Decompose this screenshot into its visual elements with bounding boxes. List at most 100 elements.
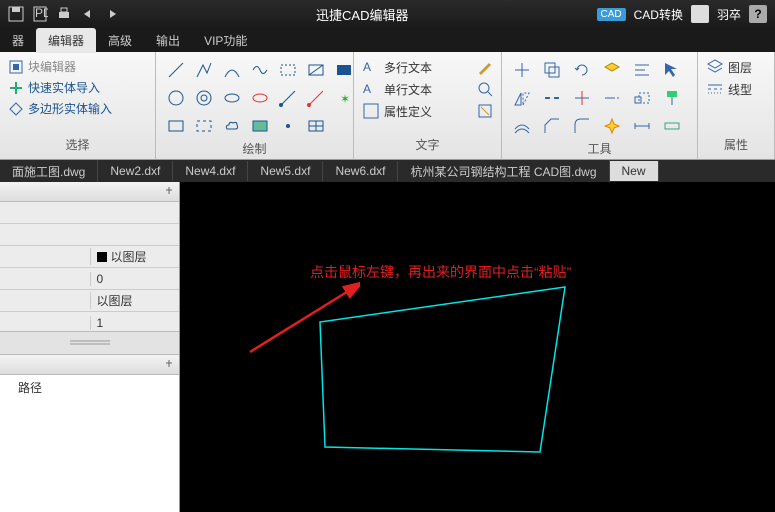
panel-splitter[interactable] xyxy=(0,331,179,355)
select-tool-icon[interactable] xyxy=(660,58,684,82)
redo-icon[interactable] xyxy=(102,4,122,24)
cad-convert-link[interactable]: CAD转换 xyxy=(634,6,683,23)
break-tool-icon[interactable] xyxy=(540,86,564,110)
scale-tool-icon[interactable] xyxy=(630,86,654,110)
linetype-button[interactable]: 线型 xyxy=(706,80,766,98)
select-group-label: 选择 xyxy=(8,134,147,155)
draw-group-label: 绘制 xyxy=(164,138,345,159)
pencil-icon[interactable] xyxy=(477,59,493,75)
user-icon[interactable] xyxy=(691,5,709,23)
panel-header xyxy=(0,182,179,202)
rect-fill-tool-icon[interactable] xyxy=(332,58,356,82)
tab-0[interactable]: 面施工图.dwg xyxy=(0,160,98,182)
dim-tool-icon[interactable] xyxy=(630,114,654,138)
offset-tool-icon[interactable] xyxy=(510,114,534,138)
chamfer-tool-icon[interactable] xyxy=(540,114,564,138)
prop-row[interactable]: 0 xyxy=(0,268,179,290)
paint-tool-icon[interactable] xyxy=(660,86,684,110)
rotate-tool-icon[interactable] xyxy=(570,58,594,82)
prop-value: 以图层 xyxy=(90,292,180,309)
prop-row[interactable]: 1 xyxy=(0,312,179,331)
ray2-tool-icon[interactable] xyxy=(304,86,328,110)
titlebar: PDF 迅捷CAD编辑器 CAD CAD转换 羽卒 ? xyxy=(0,0,775,28)
point-tool-icon[interactable] xyxy=(276,114,300,138)
cloud-tool-icon[interactable] xyxy=(220,114,244,138)
save-icon[interactable] xyxy=(6,4,26,24)
spline-tool-icon[interactable] xyxy=(248,58,272,82)
find-icon[interactable] xyxy=(477,81,493,97)
poly-import-label: 多边形实体输入 xyxy=(28,100,112,117)
menu-editor[interactable]: 编辑器 xyxy=(36,28,96,53)
ellipse2-tool-icon[interactable] xyxy=(248,86,272,110)
menu-output[interactable]: 输出 xyxy=(144,28,192,53)
fillet-tool-icon[interactable] xyxy=(570,114,594,138)
prop-row[interactable]: 以图层 xyxy=(0,246,179,268)
tab-3[interactable]: New5.dxf xyxy=(248,161,323,181)
username: 羽卒 xyxy=(717,6,741,23)
svg-text:A: A xyxy=(363,82,371,96)
tab-2[interactable]: New4.dxf xyxy=(173,161,248,181)
pdf-icon[interactable]: PDF xyxy=(30,4,50,24)
svg-text:PDF: PDF xyxy=(35,6,48,20)
singleline-text-button[interactable]: A 单行文本 xyxy=(362,80,493,98)
poly-import-button[interactable]: 多边形实体输入 xyxy=(8,100,147,117)
star-tool-icon[interactable]: ✶ xyxy=(332,86,356,110)
titlebar-right: CAD CAD转换 羽卒 ? xyxy=(597,5,775,23)
mirror-tool-icon[interactable] xyxy=(510,86,534,110)
extend-tool-icon[interactable] xyxy=(600,86,624,110)
tools-group-label: 工具 xyxy=(510,138,689,159)
layers-label: 图层 xyxy=(728,59,752,76)
explode-tool-icon[interactable] xyxy=(600,114,624,138)
print-icon[interactable] xyxy=(54,4,74,24)
ray-tool-icon[interactable] xyxy=(276,86,300,110)
image-tool-icon[interactable] xyxy=(248,114,272,138)
ring-tool-icon[interactable] xyxy=(192,86,216,110)
table-tool-icon[interactable] xyxy=(304,114,328,138)
line-tool-icon[interactable] xyxy=(164,58,188,82)
arc-tool-icon[interactable] xyxy=(220,58,244,82)
rect-tool-icon[interactable] xyxy=(164,114,188,138)
fast-import-button[interactable]: 快速实体导入 xyxy=(8,79,147,96)
tab-5[interactable]: 杭州某公司钢结构工程 CAD图.dwg xyxy=(398,160,609,182)
menu-viewer[interactable]: 器 xyxy=(0,28,36,53)
text-group-label: 文字 xyxy=(362,134,493,155)
pin-icon[interactable] xyxy=(163,359,175,371)
layer-tool-icon[interactable] xyxy=(600,58,624,82)
stretch-tool-icon[interactable] xyxy=(660,114,684,138)
drawing-canvas[interactable]: 点击鼠标左键，再出来的界面中点击“粘贴” xyxy=(180,182,775,512)
quick-access: PDF xyxy=(0,4,128,24)
undo-icon[interactable] xyxy=(78,4,98,24)
trim-tool-icon[interactable] xyxy=(570,86,594,110)
pin-icon[interactable] xyxy=(163,186,175,198)
edit-icon[interactable] xyxy=(477,103,493,119)
path-label: 路径 xyxy=(0,375,179,512)
align-tool-icon[interactable] xyxy=(630,58,654,82)
attrdef-button[interactable]: 属性定义 xyxy=(362,102,493,120)
polyline-tool-icon[interactable] xyxy=(192,58,216,82)
rect-dash-tool-icon[interactable] xyxy=(276,58,300,82)
tab-4[interactable]: New6.dxf xyxy=(323,161,398,181)
ribbon-group-text: A 多行文本 A 单行文本 属性定义 文字 xyxy=(354,52,502,159)
prop-row[interactable] xyxy=(0,224,179,246)
move-tool-icon[interactable] xyxy=(510,58,534,82)
tab-6[interactable]: New xyxy=(610,161,659,181)
prop-value: 1 xyxy=(90,316,180,330)
rect2-tool-icon[interactable] xyxy=(192,114,216,138)
block-editor-button[interactable]: 块编辑器 xyxy=(8,58,147,75)
menu-advanced[interactable]: 高级 xyxy=(96,28,144,53)
menu-vip[interactable]: VIP功能 xyxy=(192,28,259,53)
cad-badge: CAD xyxy=(597,8,626,21)
help-icon[interactable]: ? xyxy=(749,5,767,23)
tab-1[interactable]: New2.dxf xyxy=(98,161,173,181)
circle-tool-icon[interactable] xyxy=(164,86,188,110)
rect-hatch-tool-icon[interactable] xyxy=(304,58,328,82)
prop-row[interactable] xyxy=(0,202,179,224)
attr-icon xyxy=(362,102,380,120)
path-panel-header xyxy=(0,355,179,375)
ellipse-tool-icon[interactable] xyxy=(220,86,244,110)
workspace: 以图层 0 以图层 1 以图层 路径 点击鼠标左键，再出来的界面中点击“粘贴” xyxy=(0,182,775,512)
multiline-text-button[interactable]: A 多行文本 xyxy=(362,58,493,76)
copy-tool-icon[interactable] xyxy=(540,58,564,82)
prop-row[interactable]: 以图层 xyxy=(0,290,179,312)
layers-button[interactable]: 图层 xyxy=(706,58,766,76)
